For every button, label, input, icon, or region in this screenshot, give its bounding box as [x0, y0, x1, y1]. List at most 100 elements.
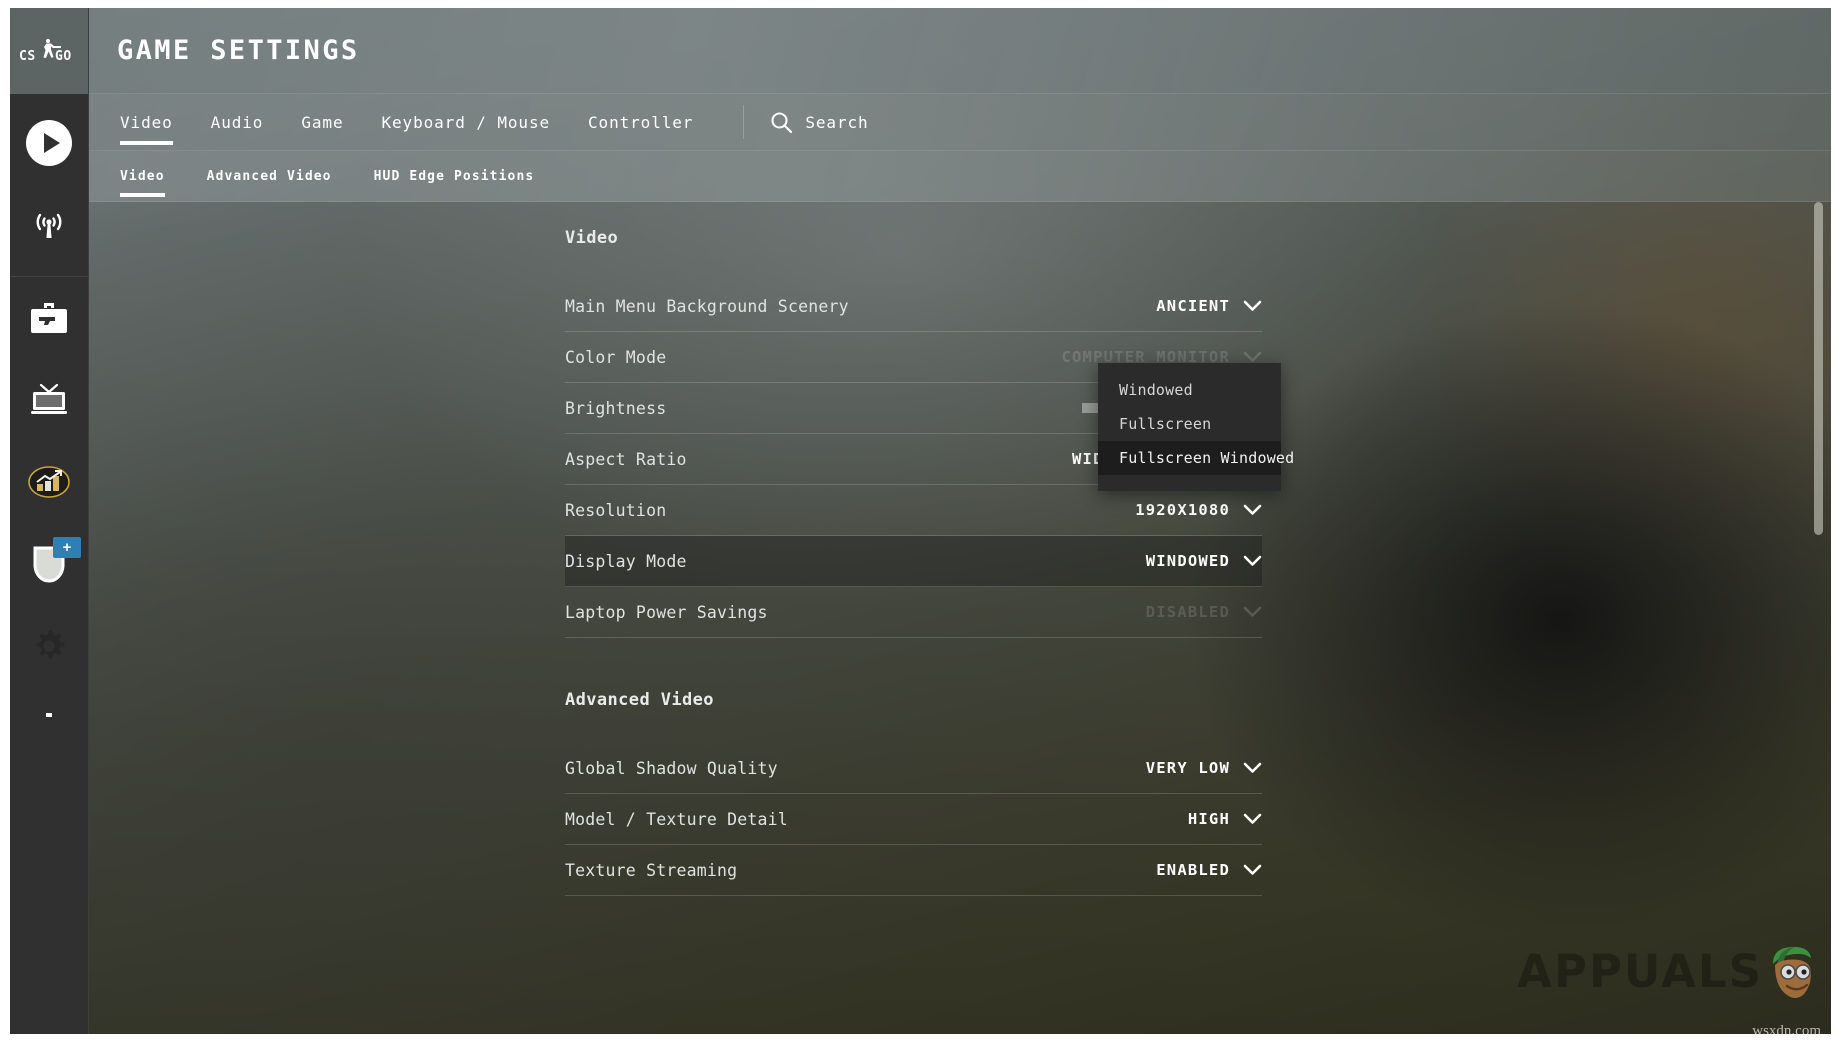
more-icon	[46, 713, 52, 717]
setting-row-texture-streaming[interactable]: Texture Streaming ENABLED	[565, 845, 1262, 896]
csgo-logo-cell[interactable]: CS GO	[10, 8, 88, 94]
sidebar-item-watch[interactable]	[10, 359, 88, 441]
setting-label: Model / Texture Detail	[565, 809, 788, 829]
tabbar-divider	[743, 105, 745, 139]
setting-row-laptop-power-savings[interactable]: Laptop Power Savings DISABLED	[565, 587, 1262, 638]
chevron-down-icon	[1243, 504, 1262, 515]
subtab-hud-edge-positions[interactable]: HUD Edge Positions	[374, 151, 535, 202]
setting-row-global-shadow-quality[interactable]: Global Shadow Quality VERY LOW	[565, 743, 1262, 794]
search-input[interactable]: Search	[770, 111, 868, 134]
setting-row-display-mode[interactable]: Display Mode WINDOWED	[565, 536, 1262, 587]
tab-game[interactable]: Game	[301, 94, 343, 151]
sidebar-group-primary	[10, 94, 88, 277]
dropdown-option-fullscreen[interactable]: Fullscreen	[1098, 407, 1281, 441]
subtab-active-underline	[120, 192, 165, 197]
tab-video-label: Video	[120, 112, 173, 132]
tab-controller[interactable]: Controller	[588, 94, 693, 151]
setting-value[interactable]: ENABLED	[1156, 861, 1262, 879]
setting-row-resolution[interactable]: Resolution 1920X1080	[565, 485, 1262, 536]
tab-video[interactable]: Video	[120, 94, 173, 151]
page-title: GAME SETTINGS	[117, 35, 360, 66]
setting-value[interactable]: DISABLED	[1146, 603, 1262, 621]
setting-value-text: HIGH	[1187, 810, 1230, 828]
tab-keyboard-mouse[interactable]: Keyboard / Mouse	[381, 94, 550, 151]
csgo-settings-window: CS GO + GAME SETTINGS Video Audio Game K…	[0, 0, 1839, 1042]
chevron-down-icon	[1243, 300, 1262, 311]
setting-label: Texture Streaming	[565, 860, 738, 880]
tab-audio-label: Audio	[210, 112, 264, 132]
setting-label: Main Menu Background Scenery	[565, 296, 849, 316]
sidebar-item-broadcast[interactable]	[10, 184, 88, 266]
chevron-down-icon	[1243, 813, 1262, 824]
stats-icon	[28, 466, 70, 498]
scrollbar-thumb[interactable]	[1814, 202, 1823, 535]
dropdown-option-windowed[interactable]: Windowed	[1098, 373, 1281, 407]
site-tag: wsxdn.com	[1752, 1023, 1821, 1039]
sidebar-item-settings[interactable]	[10, 605, 88, 687]
chevron-down-icon	[1243, 762, 1262, 773]
section-title-advanced-video: Advanced Video	[565, 690, 714, 710]
subtab-video-label: Video	[120, 168, 165, 184]
tab-active-underline	[120, 140, 173, 145]
chevron-down-icon	[1243, 555, 1262, 566]
sidebar-item-medals[interactable]: +	[10, 523, 88, 605]
subtab-video[interactable]: Video	[120, 151, 165, 202]
setting-value-text: DISABLED	[1145, 603, 1230, 621]
setting-label: Aspect Ratio	[565, 449, 687, 469]
csgo-logo: CS GO	[19, 39, 72, 64]
svg-text:CS: CS	[19, 49, 36, 64]
setting-label: Brightness	[565, 398, 667, 418]
settings-content: Video Main Menu Background Scenery ANCIE…	[89, 202, 1831, 1034]
setting-value-text: 1920X1080	[1135, 501, 1230, 519]
watch-broadcast-icon	[36, 213, 62, 238]
subtab-advanced-video-label: Advanced Video	[206, 168, 332, 184]
tab-game-label: Game	[301, 112, 344, 132]
setting-value[interactable]: WINDOWED	[1146, 552, 1262, 570]
tab-keyboard-mouse-label: Keyboard / Mouse	[381, 112, 551, 132]
chevron-down-icon	[1243, 864, 1262, 875]
setting-row-model-texture-detail[interactable]: Model / Texture Detail HIGH	[565, 794, 1262, 845]
display-mode-dropdown-menu[interactable]: Windowed Fullscreen Fullscreen Windowed	[1098, 363, 1294, 491]
setting-value-text: WINDOWED	[1145, 552, 1230, 570]
tab-controller-label: Controller	[588, 112, 694, 132]
chevron-down-icon	[1243, 351, 1262, 362]
inventory-icon	[31, 303, 67, 333]
dropdown-option-fullscreen-windowed[interactable]: Fullscreen Windowed	[1098, 441, 1294, 475]
sidebar-item-more[interactable]	[10, 687, 88, 733]
primary-tab-bar: Video Audio Game Keyboard / Mouse Contro…	[89, 94, 1831, 151]
setting-row-main-menu-background-scenery[interactable]: Main Menu Background Scenery ANCIENT	[565, 281, 1262, 332]
subtab-advanced-video[interactable]: Advanced Video	[207, 151, 332, 202]
play-icon	[26, 120, 72, 166]
setting-value-text: ANCIENT	[1156, 297, 1230, 315]
chevron-down-icon	[1243, 606, 1262, 617]
setting-label: Resolution	[565, 500, 667, 520]
sidebar-item-play[interactable]	[10, 102, 88, 184]
setting-value[interactable]: 1920X1080	[1135, 501, 1262, 519]
page-header: GAME SETTINGS	[89, 8, 1831, 94]
search-icon	[771, 111, 793, 133]
setting-label: Display Mode	[565, 551, 687, 571]
search-label: Search	[805, 112, 869, 132]
left-sidebar: CS GO +	[10, 8, 89, 1034]
setting-value-text: VERY LOW	[1145, 759, 1230, 777]
sidebar-item-inventory[interactable]	[10, 277, 88, 359]
vertical-scrollbar[interactable]	[1814, 202, 1823, 1034]
sidebar-group-secondary: +	[10, 277, 88, 733]
setting-value[interactable]: ANCIENT	[1156, 297, 1262, 315]
settings-rows: Video Main Menu Background Scenery ANCIE…	[565, 202, 1264, 896]
setting-label: Color Mode	[565, 347, 667, 367]
setting-label: Global Shadow Quality	[565, 758, 778, 778]
settings-gear-icon	[36, 630, 65, 659]
section-title-video: Video	[565, 228, 619, 248]
setting-value[interactable]: HIGH	[1188, 810, 1262, 828]
watch-icon	[31, 383, 67, 414]
setting-value[interactable]: VERY LOW	[1146, 759, 1262, 777]
svg-text:GO: GO	[55, 49, 72, 64]
setting-label: Laptop Power Savings	[565, 602, 768, 622]
medal-add-badge[interactable]: +	[53, 537, 81, 558]
secondary-tab-bar: Video Advanced Video HUD Edge Positions	[89, 151, 1831, 202]
setting-value-text: ENABLED	[1156, 861, 1230, 879]
sidebar-item-stats[interactable]	[10, 441, 88, 523]
subtab-hud-edge-positions-label: HUD Edge Positions	[373, 168, 535, 184]
tab-audio[interactable]: Audio	[211, 94, 264, 151]
